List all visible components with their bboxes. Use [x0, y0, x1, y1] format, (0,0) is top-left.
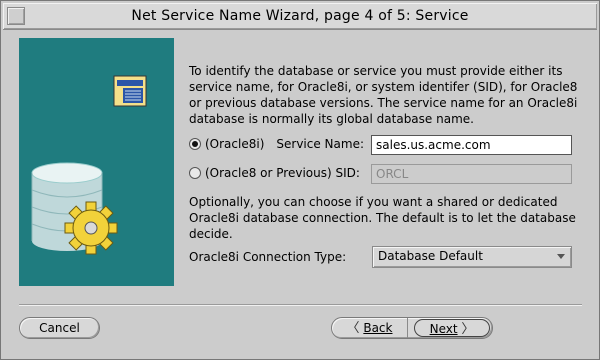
window-title: Net Service Name Wizard, page 4 of 5: Se… [131, 8, 469, 24]
document-icon [113, 75, 147, 107]
optional-section: Optionally, you can choose if you want a… [189, 194, 579, 242]
service-name-row: (Oracle8i) Service Name: [189, 134, 364, 154]
connection-type-row: Oracle8i Connection Type: [189, 247, 346, 267]
database-illustration [31, 75, 147, 255]
cancel-button-label: Cancel [39, 321, 80, 335]
back-button[interactable]: 〈 Back [332, 318, 408, 338]
next-button-label: Next [429, 322, 458, 336]
dropdown-arrow-icon [557, 254, 565, 259]
service-name-label: Service Name: [276, 137, 364, 151]
connection-type-label: Oracle8i Connection Type: [189, 250, 347, 264]
sid-row: (Oracle8 or Previous) SID: [189, 163, 360, 183]
service-name-radio-label[interactable]: (Oracle8i) [205, 137, 264, 151]
intro-text: To identify the database or service you … [189, 64, 578, 126]
sid-radio-label[interactable]: (Oracle8 or Previous) SID: [205, 166, 360, 180]
navigation-button-group: 〈 Back Next 〉 [331, 317, 493, 339]
connection-type-select[interactable]: Database Default [372, 246, 572, 268]
service-name-radio[interactable] [189, 138, 201, 150]
chevron-left-icon: 〈 [346, 321, 360, 336]
connection-type-value: Database Default [378, 249, 483, 263]
cancel-button[interactable]: Cancel [19, 317, 100, 339]
back-button-label: Back [363, 321, 393, 335]
title-bar[interactable]: Net Service Name Wizard, page 4 of 5: Se… [3, 3, 597, 30]
gear-icon [64, 201, 118, 255]
separator [19, 304, 582, 306]
next-button[interactable]: Next 〉 [414, 319, 490, 337]
wizard-illustration-panel [19, 38, 174, 286]
sid-radio[interactable] [189, 167, 201, 179]
service-name-input[interactable]: sales.us.acme.com [371, 135, 572, 155]
sid-input[interactable]: ORCL [371, 164, 572, 184]
chevron-right-icon: 〉 [461, 322, 475, 337]
intro-section: To identify the database or service you … [189, 63, 579, 127]
optional-text: Optionally, you can choose if you want a… [189, 195, 576, 241]
wizard-window: Net Service Name Wizard, page 4 of 5: Se… [0, 0, 600, 360]
